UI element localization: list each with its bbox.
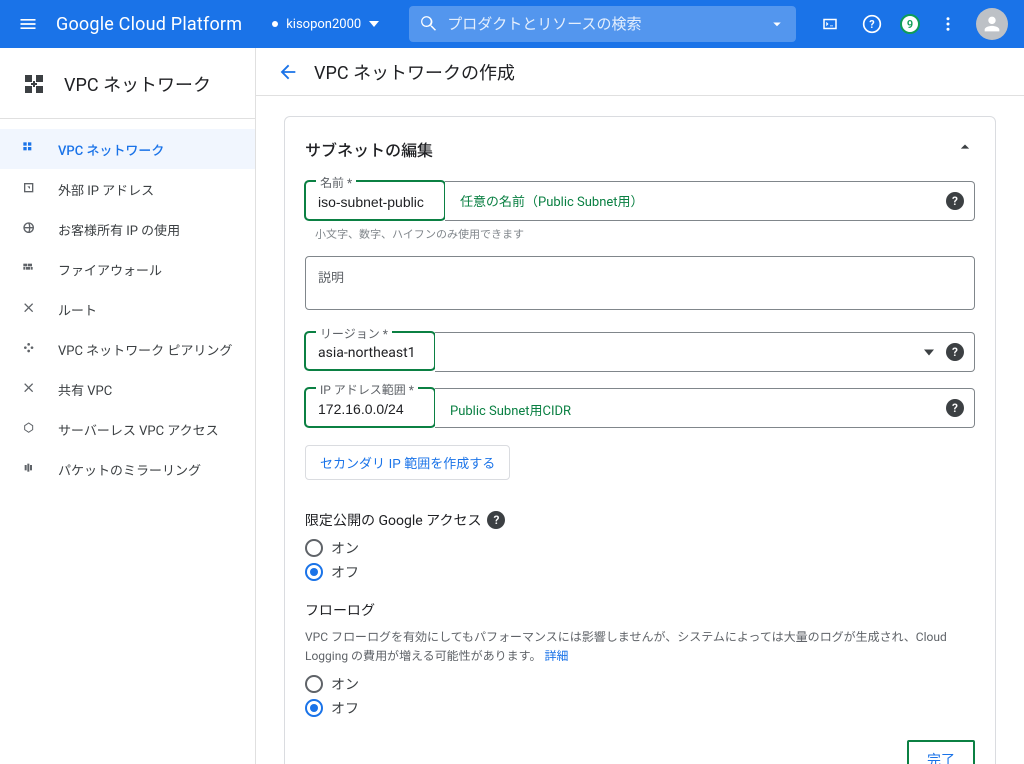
name-field[interactable]: 名前 * bbox=[305, 181, 445, 220]
ip-range-input[interactable] bbox=[318, 401, 422, 417]
sidebar-item-label: ルート bbox=[58, 300, 97, 319]
radio-label: オン bbox=[331, 538, 359, 558]
sidebar-item-packet-mirroring[interactable]: パケットのミラーリング bbox=[0, 449, 255, 489]
project-dot-icon bbox=[272, 21, 278, 27]
radio-icon bbox=[305, 539, 323, 557]
flowlog-radio-on[interactable]: オン bbox=[305, 674, 975, 694]
name-input[interactable] bbox=[318, 194, 432, 210]
service-title-text: VPC ネットワーク bbox=[64, 71, 211, 97]
search-bar[interactable] bbox=[409, 6, 796, 42]
sidebar-item-label: パケットのミラーリング bbox=[58, 460, 201, 479]
sidebar-item-routes[interactable]: ルート bbox=[0, 289, 255, 329]
mirror-icon bbox=[20, 461, 40, 477]
radio-checked-icon bbox=[305, 563, 323, 581]
name-field-ext[interactable]: ? bbox=[445, 181, 975, 221]
external-ip-icon bbox=[20, 181, 40, 197]
sidebar-item-label: サーバーレス VPC アクセス bbox=[58, 420, 219, 439]
radio-icon bbox=[305, 675, 323, 693]
radio-label: オフ bbox=[331, 698, 359, 718]
name-hint: 小文字、数字、ハイフンのみ使用できます bbox=[315, 226, 975, 242]
sidebar-item-label: 外部 IP アドレス bbox=[58, 180, 154, 199]
flowlog-radio-off[interactable]: オフ bbox=[305, 698, 975, 718]
sidebar-item-label: VPC ネットワーク ピアリング bbox=[58, 340, 232, 359]
sidebar-item-peering[interactable]: VPC ネットワーク ピアリング bbox=[0, 329, 255, 369]
project-name: kisopon2000 bbox=[286, 17, 361, 32]
notification-badge[interactable]: 9 bbox=[900, 14, 920, 34]
done-button[interactable]: 完了 bbox=[907, 740, 975, 764]
content-header: VPC ネットワークの作成 bbox=[256, 48, 1024, 96]
help-icon[interactable]: ? bbox=[946, 192, 964, 210]
firewall-icon bbox=[20, 261, 40, 277]
sidebar-item-external-ip[interactable]: 外部 IP アドレス bbox=[0, 169, 255, 209]
flowlog-label: フローログ bbox=[305, 600, 975, 620]
globe-icon bbox=[20, 221, 40, 237]
subnet-panel: サブネットの編集 名前 * ? 任意の名前（Public Subnet用） 小文… bbox=[284, 116, 996, 764]
serverless-icon bbox=[20, 421, 40, 437]
sidebar-item-serverless-vpc[interactable]: サーバーレス VPC アクセス bbox=[0, 409, 255, 449]
svg-text:?: ? bbox=[869, 18, 874, 31]
gcp-logo: Google Cloud Platform bbox=[56, 14, 242, 35]
sidebar-item-label: お客様所有 IP の使用 bbox=[58, 220, 180, 239]
dropdown-arrow-icon[interactable] bbox=[924, 345, 934, 360]
search-input[interactable] bbox=[447, 16, 760, 33]
help-icon[interactable]: ? bbox=[858, 10, 886, 38]
project-selector[interactable]: kisopon2000 bbox=[262, 11, 389, 38]
name-label: 名前 * bbox=[316, 174, 356, 191]
sidebar-item-label: 共有 VPC bbox=[58, 380, 112, 399]
ip-range-field[interactable]: IP アドレス範囲 * bbox=[305, 388, 435, 427]
sidebar-item-vpc-networks[interactable]: VPC ネットワーク bbox=[0, 129, 255, 169]
search-icon bbox=[419, 14, 439, 34]
service-title: VPC ネットワーク bbox=[0, 60, 255, 108]
shared-vpc-icon bbox=[20, 381, 40, 397]
topbar-right: ? 9 bbox=[816, 8, 1016, 40]
more-vert-icon[interactable] bbox=[934, 10, 962, 38]
hamburger-icon[interactable] bbox=[8, 4, 48, 44]
peering-icon bbox=[20, 341, 40, 357]
help-icon[interactable]: ? bbox=[946, 399, 964, 417]
description-input[interactable] bbox=[305, 256, 975, 310]
back-arrow-icon[interactable] bbox=[270, 54, 306, 90]
region-value: asia-northeast1 bbox=[318, 345, 416, 361]
content: VPC ネットワークの作成 サブネットの編集 名前 * ? 任意の名前（Publ… bbox=[256, 48, 1024, 764]
pga-radio-on[interactable]: オン bbox=[305, 538, 975, 558]
flowlog-details-link[interactable]: 詳細 bbox=[544, 649, 568, 663]
sidebar-item-shared-vpc[interactable]: 共有 VPC bbox=[0, 369, 255, 409]
region-label: リージョン * bbox=[316, 325, 392, 342]
grid-icon bbox=[20, 141, 40, 157]
radio-label: オン bbox=[331, 674, 359, 694]
routes-icon bbox=[20, 301, 40, 317]
ip-range-field-ext[interactable]: ? bbox=[435, 388, 975, 428]
avatar[interactable] bbox=[976, 8, 1008, 40]
radio-label: オフ bbox=[331, 562, 359, 582]
vpc-service-icon bbox=[20, 70, 48, 98]
sidebar-item-label: ファイアウォール bbox=[58, 260, 162, 279]
ip-range-label: IP アドレス範囲 * bbox=[316, 381, 418, 398]
sidebar: VPC ネットワーク VPC ネットワーク 外部 IP アドレス お客様所有 I… bbox=[0, 48, 256, 764]
secondary-ip-button[interactable]: セカンダリ IP 範囲を作成する bbox=[305, 445, 510, 480]
cloud-shell-icon[interactable] bbox=[816, 10, 844, 38]
region-field[interactable]: リージョン * asia-northeast1 bbox=[305, 332, 435, 370]
divider bbox=[0, 118, 255, 119]
caret-down-icon bbox=[369, 21, 379, 27]
topbar: Google Cloud Platform kisopon2000 ? 9 bbox=[0, 0, 1024, 48]
page-title: VPC ネットワークの作成 bbox=[314, 59, 515, 85]
help-icon[interactable]: ? bbox=[487, 511, 505, 529]
flowlog-desc: VPC フローログを有効にしてもパフォーマンスには影響しませんが、システムによっ… bbox=[305, 628, 975, 666]
pga-radio-off[interactable]: オフ bbox=[305, 562, 975, 582]
radio-checked-icon bbox=[305, 699, 323, 717]
sidebar-item-firewall[interactable]: ファイアウォール bbox=[0, 249, 255, 289]
region-field-ext[interactable]: ? bbox=[435, 332, 975, 372]
collapse-icon[interactable] bbox=[955, 137, 975, 161]
pga-label: 限定公開の Google アクセス ? bbox=[305, 510, 975, 530]
sidebar-item-byoip[interactable]: お客様所有 IP の使用 bbox=[0, 209, 255, 249]
chevron-down-icon[interactable] bbox=[768, 15, 786, 33]
help-icon[interactable]: ? bbox=[946, 343, 964, 361]
sidebar-item-label: VPC ネットワーク bbox=[58, 140, 164, 159]
panel-title: サブネットの編集 bbox=[305, 137, 433, 161]
